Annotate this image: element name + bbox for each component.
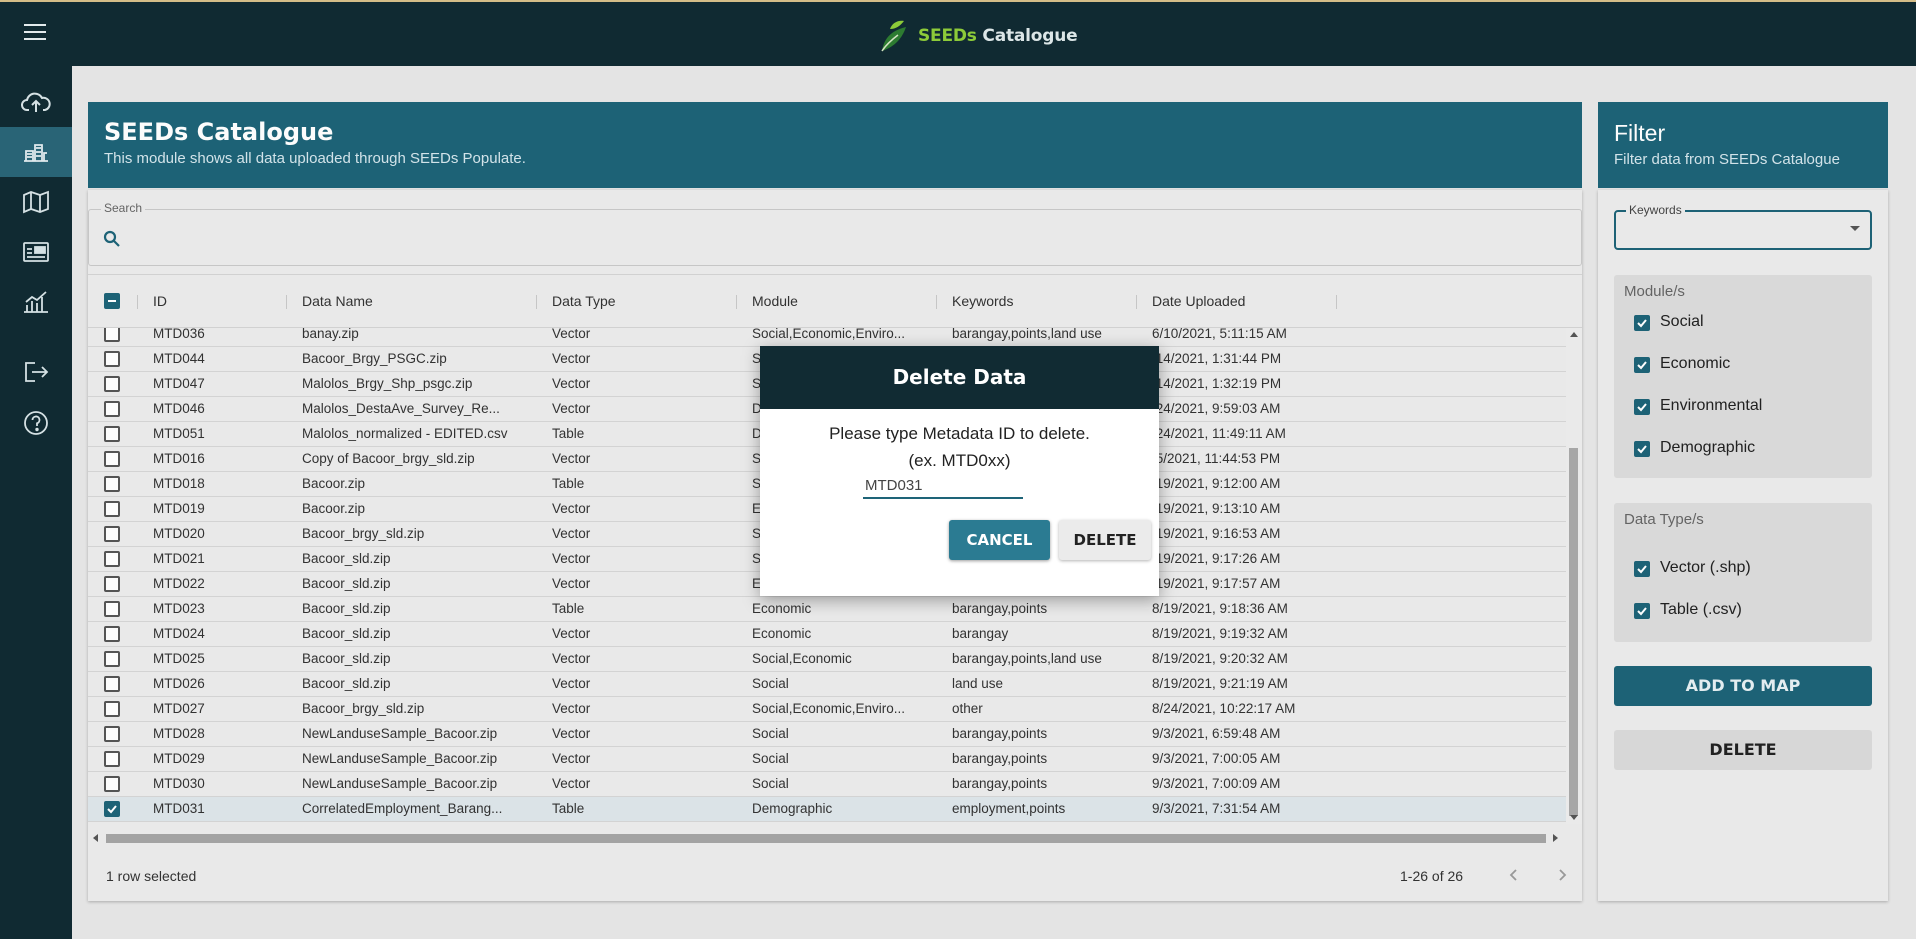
dialog-message: Please type Metadata ID to delete. <box>829 424 1090 443</box>
dialog-title: Delete Data <box>760 346 1159 409</box>
dialog-example: (ex. MTD0xx) <box>908 451 1011 470</box>
metadata-id-input[interactable]: MTD031 <box>863 474 1023 499</box>
cancel-button[interactable]: CANCEL <box>949 520 1050 560</box>
confirm-delete-button[interactable]: DELETE <box>1059 520 1151 560</box>
delete-data-dialog: Delete Data Please type Metadata ID to d… <box>760 346 1159 596</box>
